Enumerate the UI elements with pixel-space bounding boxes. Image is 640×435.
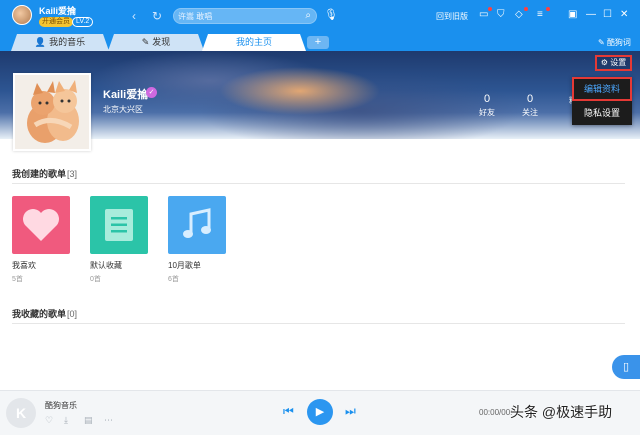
tab-discover[interactable]: ✎ 发现 (108, 34, 204, 51)
previous-icon[interactable]: ⏮ (283, 404, 294, 419)
voice-search-icon[interactable]: 🎙 (324, 8, 338, 21)
stat-label: 关注 (522, 108, 538, 117)
heart-icon (23, 209, 59, 241)
notification-dot (488, 7, 492, 11)
tab-my-music[interactable]: 👤 我的音乐 (11, 34, 109, 51)
user-avatar[interactable] (12, 5, 32, 25)
close-icon[interactable]: ✕ (620, 9, 628, 20)
kittens-photo (15, 75, 89, 149)
section-count: [3] (67, 169, 78, 179)
tab-label: 我的主页 (235, 37, 272, 47)
playback-time: 00:00/00: (479, 408, 513, 417)
stat-following[interactable]: 0 关注 (515, 93, 545, 118)
lyrics-label: 酷狗词 (606, 38, 631, 47)
title-bar: Kaili爱掄 开通会员 LV.2 ‹ ↻ ⌕ 🎙 回到旧版 ▭ ⛉ ◇ ≡ ▣… (0, 0, 640, 32)
settings-dropdown: 编辑资料 隐私设置 (572, 77, 632, 125)
playlist-name[interactable]: 默认收藏 (90, 260, 148, 271)
more-icon[interactable]: ⋯ (104, 415, 113, 426)
playlist-cover[interactable] (168, 196, 226, 254)
skin-icon[interactable]: ⛉ (497, 9, 505, 20)
lyrics-button[interactable]: ✎ 酷狗词 (598, 37, 631, 48)
profile-location: 北京大兴区 (103, 105, 143, 114)
watermark: 头条 @极速手助 (510, 404, 613, 420)
minimize-icon[interactable]: — (586, 9, 596, 20)
tab-label: 发现 (152, 37, 171, 47)
settings-label: 设置 (610, 58, 627, 67)
play-button[interactable]: ▶ (307, 399, 333, 425)
person-icon: 👤 (34, 37, 47, 47)
phone-icon[interactable]: ▯ (612, 355, 640, 379)
tab-my-homepage[interactable]: 我的主页 (202, 34, 306, 51)
now-playing-title: 酷狗音乐 (45, 401, 77, 410)
playlist-cover[interactable] (90, 196, 148, 254)
created-playlists-heading: 我创建的歌单[3] (12, 167, 77, 180)
section-title: 我创建的歌单 (12, 169, 67, 179)
divider (12, 183, 625, 184)
comment-icon[interactable]: ▤ (84, 415, 93, 426)
search-icon[interactable]: ⌕ (305, 10, 311, 21)
verified-icon: ✓ (146, 87, 157, 98)
next-icon[interactable]: ⏭ (345, 404, 356, 419)
mini-mode-icon[interactable]: ▣ (568, 9, 577, 20)
message-icon[interactable]: ▭ (479, 9, 488, 20)
search-input[interactable] (178, 10, 298, 22)
section-title: 我收藏的歌单 (12, 309, 67, 319)
like-icon[interactable]: ♡ (45, 415, 53, 426)
profile-name: Kaili爱掄 (103, 89, 149, 101)
divider (12, 323, 625, 324)
maximize-icon[interactable]: ☐ (603, 9, 612, 20)
search-box[interactable]: ⌕ (173, 8, 317, 24)
stat-value: 0 (526, 93, 534, 105)
playlist-name[interactable]: 我喜欢 (12, 260, 70, 271)
music-note-icon (183, 208, 211, 238)
section-count: [0] (67, 309, 78, 319)
back-icon[interactable]: ‹ (132, 9, 136, 23)
playlist-count: 6首 (168, 276, 179, 283)
refresh-icon[interactable]: ↻ (152, 9, 162, 23)
stat-value: 0 (483, 93, 491, 105)
gift-icon[interactable]: ◇ (515, 9, 523, 20)
playlist-card[interactable]: 默认收藏 0首 (90, 196, 148, 284)
user-name[interactable]: Kaili爱掄 (39, 4, 76, 17)
playlist-count: 5首 (12, 276, 23, 283)
gear-icon: ⚙ (600, 58, 608, 67)
profile-avatar[interactable] (13, 73, 91, 151)
stat-friends[interactable]: 0 好友 (472, 93, 502, 118)
kugou-logo-icon[interactable]: K (6, 398, 36, 428)
vip-badge[interactable]: 开通会员 (39, 17, 73, 27)
privacy-settings-item[interactable]: 隐私设置 (572, 101, 632, 125)
level-badge: LV.2 (72, 17, 94, 27)
playlist-card[interactable]: 我喜欢 5首 (12, 196, 70, 284)
notification-dot (524, 7, 528, 11)
list-icon (105, 209, 133, 241)
download-icon[interactable]: ⤓ (64, 415, 68, 426)
edit-profile-item[interactable]: 编辑资料 (572, 77, 632, 101)
old-version-link[interactable]: 回到旧版 (436, 11, 468, 22)
notification-dot (546, 7, 550, 11)
tab-label: 我的音乐 (49, 37, 86, 47)
tab-bar: 👤 我的音乐 ✎ 发现 我的主页 + (0, 32, 640, 51)
stat-label: 好友 (479, 108, 495, 117)
menu-icon[interactable]: ≡ (537, 9, 543, 20)
playlist-name[interactable]: 10月歌单 (168, 260, 226, 271)
playlist-cover[interactable] (12, 196, 70, 254)
play-icon: ▶ (315, 406, 325, 418)
compass-icon: ✎ (141, 37, 150, 47)
settings-button[interactable]: ⚙ 设置 (595, 55, 632, 71)
collected-playlists-heading: 我收藏的歌单[0] (12, 307, 77, 320)
add-tab-button[interactable]: + (307, 36, 329, 49)
playlist-card[interactable]: 10月歌单 6首 (168, 196, 226, 284)
playlist-count: 0首 (90, 276, 101, 283)
